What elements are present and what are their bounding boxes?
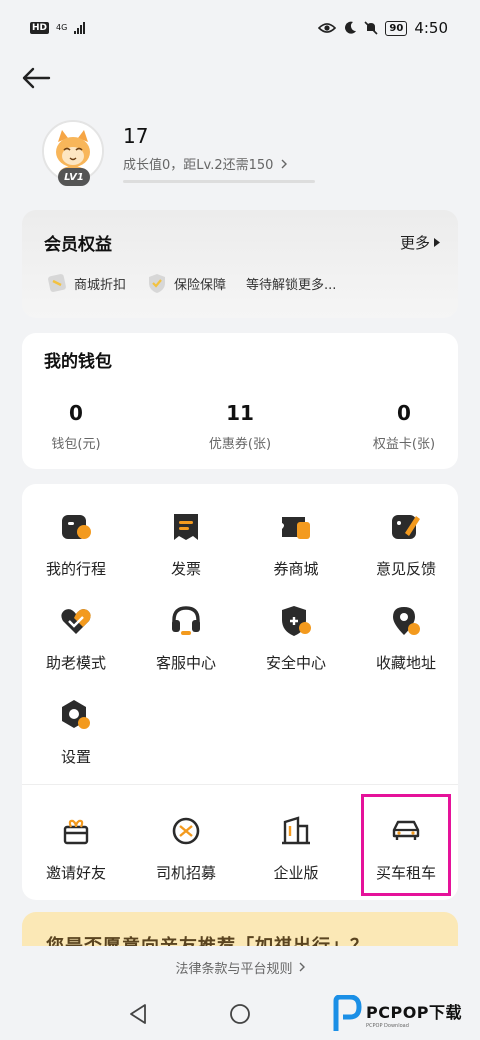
insurance-shield-icon <box>149 274 166 293</box>
headset-icon <box>172 606 200 635</box>
back-button[interactable] <box>16 58 56 98</box>
wallet-label: 钱包(元) <box>51 437 101 452</box>
circle-home-icon <box>230 1004 250 1024</box>
benefits-more-link[interactable]: 更多 <box>400 232 440 253</box>
service-label: 助老模式 <box>45 654 106 672</box>
eye-icon <box>318 23 337 33</box>
promo-text: 您是否愿意向亲友推荐「如祺出行」？ <box>46 932 369 946</box>
chevron-right-icon <box>299 962 305 972</box>
triangle-back-icon <box>130 1004 146 1024</box>
service-label: 我的行程 <box>45 560 106 578</box>
service-label: 收藏地址 <box>375 654 436 672</box>
service-label: 企业版 <box>273 864 319 882</box>
invoice-icon <box>174 514 198 540</box>
growth-text: 成长值0，距Lv.2还需150 <box>123 158 274 173</box>
service-driver-recruit[interactable]: 司机招募 <box>136 814 236 883</box>
elder-mode-icon <box>61 609 91 634</box>
benefits-title: 会员权益 <box>44 235 112 255</box>
member-benefits-card[interactable]: 会员权益 更多 商城折扣 保险保障 等待解锁更多... <box>22 210 458 318</box>
service-invite-friends[interactable]: 邀请好友 <box>26 814 126 883</box>
promo-banner[interactable]: 您是否愿意向亲友推荐「如祺出行」？ <box>22 912 458 946</box>
service-label: 司机招募 <box>155 864 216 882</box>
level-badge: LV1 <box>58 168 90 186</box>
user-name: 17 <box>123 124 149 148</box>
wallet-title: 我的钱包 <box>44 352 112 372</box>
services-card: 我的行程 发票 券商城 意见反馈 助老模式 客服中心 安全中心 收藏地址 设置 … <box>22 484 458 900</box>
network-type: 4G <box>56 23 68 32</box>
legal-link[interactable]: 法律条款与平台规则 <box>0 946 480 988</box>
watermark: PCPOP下载 PCPOP Download <box>332 995 462 1033</box>
divider <box>22 784 458 785</box>
wallet-card: 我的钱包 0 钱包(元) 11 优惠券(张) 0 权益卡(张) <box>22 333 458 469</box>
service-label: 客服中心 <box>155 654 216 672</box>
service-label: 意见反馈 <box>375 560 436 578</box>
hd-badge: HD <box>30 22 50 34</box>
wallet-benefit-cards[interactable]: 0 权益卡(张) <box>344 401 464 452</box>
legal-text: 法律条款与平台规则 <box>175 961 293 977</box>
arrow-left-icon <box>22 67 51 89</box>
service-label: 邀请好友 <box>45 864 106 882</box>
wallet-value: 11 <box>226 401 254 425</box>
service-label: 安全中心 <box>265 654 326 672</box>
battery-icon: 90 <box>385 20 408 36</box>
service-label: 券商城 <box>273 560 319 578</box>
service-customer-center[interactable]: 客服中心 <box>136 604 236 673</box>
chevron-right-icon <box>281 159 288 168</box>
benefit-item: 保险保障 <box>146 272 226 294</box>
wallet-value: 0 <box>397 401 411 425</box>
signal-icon <box>74 22 86 34</box>
steering-wheel-icon <box>172 817 200 845</box>
feedback-icon <box>392 515 420 539</box>
benefit-label: 商城折扣 <box>74 277 127 293</box>
location-pin-icon <box>393 607 420 635</box>
service-feedback[interactable]: 意见反馈 <box>356 510 456 579</box>
coupon-mall-icon <box>282 517 310 539</box>
wallet-balance[interactable]: 0 钱包(元) <box>16 401 136 452</box>
service-saved-addresses[interactable]: 收藏地址 <box>356 604 456 673</box>
wallet-label: 权益卡(张) <box>372 437 436 452</box>
caret-right-icon <box>434 238 440 247</box>
watermark-subtext: PCPOP Download <box>366 1023 409 1029</box>
mute-bell-icon <box>364 21 378 35</box>
service-elder-mode[interactable]: 助老模式 <box>26 604 126 673</box>
service-invoice[interactable]: 发票 <box>136 510 236 579</box>
shield-icon <box>282 606 311 636</box>
trip-icon <box>62 515 91 539</box>
wallet-value: 0 <box>69 401 83 425</box>
service-label: 发票 <box>170 560 201 578</box>
benefit-label: 保险保障 <box>174 277 227 293</box>
building-icon <box>282 816 310 845</box>
service-my-trips[interactable]: 我的行程 <box>26 510 126 579</box>
benefit-label: 等待解锁更多... <box>246 277 337 293</box>
more-label: 更多 <box>399 234 430 252</box>
profile-header[interactable]: LV1 17 成长值0，距Lv.2还需150 <box>42 120 442 190</box>
service-label: 设置 <box>60 748 91 766</box>
benefit-item: 商城折扣 <box>46 272 126 294</box>
gift-icon <box>63 819 89 845</box>
service-safety-center[interactable]: 安全中心 <box>246 604 346 673</box>
pcpop-logo-icon <box>333 995 362 1031</box>
clock: 4:50 <box>414 19 448 37</box>
mall-discount-icon <box>48 274 66 292</box>
highlight-box <box>361 794 451 896</box>
benefit-item: 等待解锁更多... <box>246 274 336 293</box>
service-enterprise[interactable]: 企业版 <box>246 814 346 883</box>
wallet-label: 优惠券(张) <box>208 437 272 452</box>
wallet-coupons[interactable]: 11 优惠券(张) <box>180 401 300 452</box>
moon-icon <box>345 21 357 34</box>
growth-progress-bar <box>123 180 315 183</box>
service-coupon-mall[interactable]: 券商城 <box>246 510 346 579</box>
gear-icon <box>62 700 90 729</box>
nav-home-button[interactable] <box>226 1000 254 1028</box>
service-settings[interactable]: 设置 <box>26 698 126 767</box>
status-bar: HD 4G 90 4:50 <box>0 0 480 56</box>
watermark-text: PCPOP下载 <box>366 1003 463 1022</box>
nav-back-button[interactable] <box>124 1000 152 1028</box>
growth-info[interactable]: 成长值0，距Lv.2还需150 <box>123 154 288 173</box>
benefit-list: 商城折扣 保险保障 等待解锁更多... <box>46 272 336 294</box>
